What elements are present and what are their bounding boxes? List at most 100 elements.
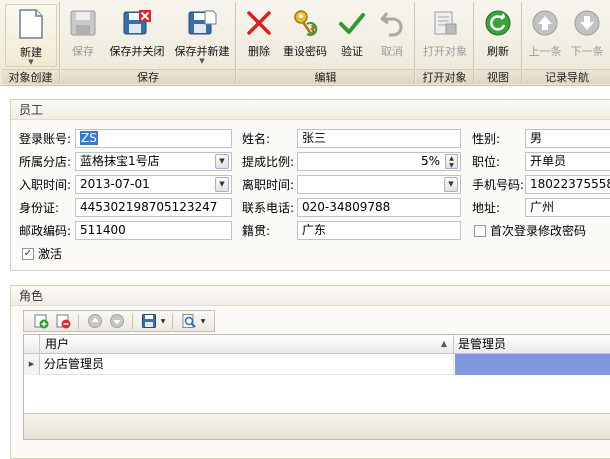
find-dropdown-button[interactable]: ▼ (198, 313, 208, 329)
save-button-label: 保存 (72, 45, 94, 58)
move-down-button[interactable] (108, 313, 126, 329)
active-label: 激活 (38, 247, 63, 261)
chevron-down-icon: ▼ (200, 317, 206, 325)
chevron-down-icon: ▼ (199, 57, 205, 65)
position-select[interactable]: 开单员 (525, 152, 610, 171)
validate-button[interactable]: 验证 (333, 4, 371, 67)
first-login-change-password-label: 首次登录修改密码 (490, 224, 587, 238)
name-input[interactable]: 张三 (297, 129, 461, 148)
save-and-close-label: 保存并关闭 (109, 45, 165, 58)
address-input[interactable]: 广州 (525, 198, 610, 217)
ribbon-group-open-object: 打开对象 打开对象 (416, 2, 474, 84)
phone-input[interactable]: 020-34809788 (297, 198, 461, 217)
grid-header: 用户 ▲ 是管理员 (24, 335, 610, 354)
spin-updown-icon[interactable]: ▲ ▼ (445, 154, 458, 169)
save-button[interactable]: 保存 (63, 4, 103, 67)
gender-label: 性别: (472, 132, 501, 146)
postcode-input[interactable]: 511400 (75, 221, 232, 240)
new-button[interactable]: 新建 ▼ (5, 4, 57, 67)
login-account-label: 登录账号: (19, 132, 72, 146)
login-account-value: ZS (80, 131, 98, 145)
branch-select[interactable]: 蓝格抹宝1号店 ▼ (75, 152, 232, 171)
previous-record-button[interactable]: 上一条 (525, 4, 565, 67)
new-document-icon (19, 9, 43, 39)
gender-select[interactable]: 男 (525, 129, 610, 148)
toolbar-separator (172, 314, 173, 329)
id-card-input[interactable]: 445302198705123247 (75, 198, 232, 217)
move-up-button[interactable] (86, 313, 104, 329)
save-and-close-button[interactable]: 保存并关闭 (105, 4, 169, 67)
validate-check-icon (339, 13, 365, 34)
cancel-button-label: 取消 (381, 45, 403, 58)
table-row[interactable]: ▶ 分店管理员 (24, 354, 610, 375)
commission-spinner[interactable]: 5% ▲ ▼ (297, 152, 461, 171)
delete-button[interactable]: 删除 (241, 4, 277, 67)
previous-record-icon (532, 10, 558, 36)
cancel-button[interactable]: 取消 (373, 4, 411, 67)
ribbon-toolbar: 新建 ▼ 对象创建 保存 保存并关闭 保存并新建 ▼ 保存 删除 重设密码 验证… (0, 0, 610, 86)
save-icon (70, 10, 96, 36)
mobile-input[interactable]: 18022375558 (525, 175, 610, 194)
find-button[interactable] (180, 313, 198, 329)
save-dropdown-button[interactable]: ▼ (158, 313, 168, 329)
leave-date-picker[interactable]: ▼ (297, 175, 461, 194)
reset-password-key-icon (294, 10, 318, 36)
refresh-button[interactable]: 刷新 (478, 4, 518, 67)
commission-label: 提成比例: (242, 155, 295, 169)
remove-row-icon (56, 314, 71, 329)
save-grid-button[interactable] (140, 313, 158, 329)
roles-grid: 用户 ▲ 是管理员 ▶ 分店管理员 (23, 334, 610, 440)
next-record-button[interactable]: 下一条 (567, 4, 607, 67)
delete-button-label: 删除 (248, 45, 270, 58)
sort-ascending-icon: ▲ (440, 339, 447, 348)
id-card-label: 身份证: (19, 201, 60, 215)
postcode-label: 邮政编码: (19, 224, 72, 238)
hire-date-picker[interactable]: 2013-07-01 ▼ (75, 175, 232, 194)
group-caption-object-create: 对象创建 (2, 69, 59, 84)
remove-role-button[interactable] (54, 313, 72, 329)
add-row-icon (34, 314, 49, 329)
refresh-button-label: 刷新 (487, 45, 509, 58)
column-header-is-admin[interactable]: 是管理员 (455, 335, 610, 354)
origin-input[interactable]: 广东 (297, 221, 461, 240)
delete-icon (247, 11, 271, 35)
ribbon-group-object-create: 新建 ▼ 对象创建 (2, 2, 60, 84)
column-header-user-label: 用户 (45, 337, 70, 351)
cell-user[interactable]: 分店管理员 (41, 354, 454, 375)
login-account-input[interactable]: ZS (75, 129, 232, 148)
open-object-button[interactable]: 打开对象 (418, 4, 472, 67)
active-checkbox[interactable]: ✓ (22, 248, 34, 260)
cell-is-admin[interactable] (455, 354, 610, 375)
chevron-down-icon[interactable]: ▼ (215, 177, 229, 192)
group-caption-record-nav: 记录导航 (523, 69, 610, 84)
ribbon-group-save: 保存 保存并关闭 保存并新建 ▼ 保存 (61, 2, 236, 84)
roles-toolbar: ▼ ▼ (23, 310, 215, 332)
add-role-button[interactable] (32, 313, 50, 329)
reset-password-button[interactable]: 重设密码 (279, 4, 331, 67)
employee-panel-title: 员工 (11, 100, 610, 120)
chevron-down-icon[interactable]: ▼ (215, 154, 229, 169)
roles-panel-title: 角色 (11, 286, 610, 306)
group-caption-open-object: 打开对象 (416, 69, 473, 84)
row-indicator-header (24, 335, 40, 354)
grid-footer (24, 413, 610, 439)
group-caption-save: 保存 (61, 69, 235, 84)
next-record-icon (574, 10, 600, 36)
refresh-icon (485, 10, 511, 36)
commission-value: 5% (420, 154, 440, 168)
ribbon-group-view: 刷新 视图 (475, 2, 522, 84)
leave-date-label: 离职时间: (242, 178, 295, 192)
save-new-icon (188, 10, 217, 35)
save-and-new-button[interactable]: 保存并新建 ▼ (171, 4, 233, 67)
first-login-change-password-checkbox[interactable] (474, 225, 486, 237)
save-close-icon (123, 10, 151, 35)
address-label: 地址: (472, 201, 501, 215)
chevron-down-icon[interactable]: ▼ (444, 177, 458, 192)
ribbon-group-edit: 删除 重设密码 验证 取消 编辑 (237, 2, 415, 84)
toolbar-separator (78, 314, 79, 329)
phone-label: 联系电话: (242, 201, 295, 215)
column-header-user[interactable]: 用户 ▲ (41, 335, 454, 354)
undo-icon (380, 12, 403, 37)
open-object-icon (434, 11, 457, 35)
ribbon-group-record-nav: 上一条 下一条 记录导航 (523, 2, 610, 84)
